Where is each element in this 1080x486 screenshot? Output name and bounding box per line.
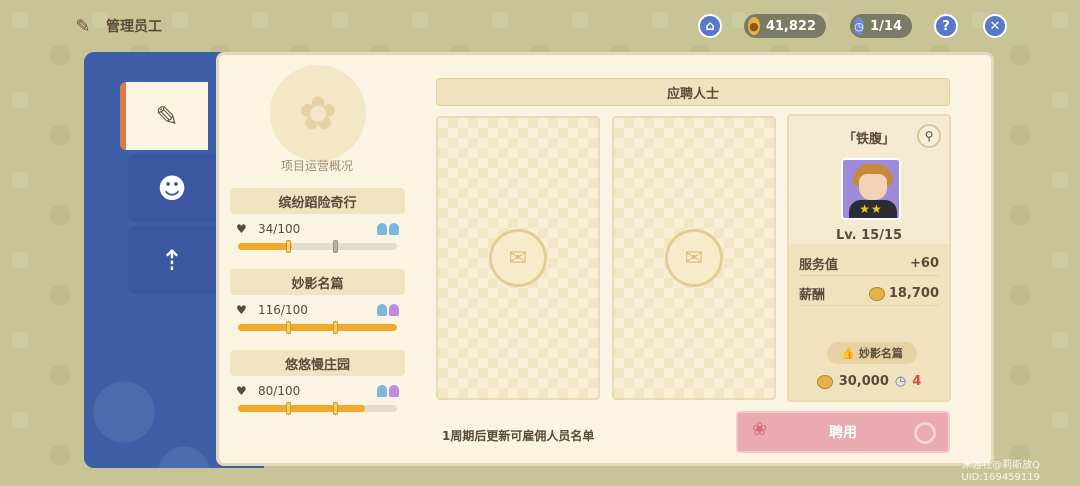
empty-applicant-slot[interactable]: ✉ xyxy=(436,116,600,400)
milestone-marker xyxy=(285,321,291,334)
salary-value: 18,700 xyxy=(888,286,939,301)
hire-cost: 30,000 ◷ 4 xyxy=(789,374,949,389)
hire-cost-count: 4 xyxy=(912,374,922,389)
page-title: 管理员工 xyxy=(106,19,162,35)
hire-cost-value: 30,000 xyxy=(838,374,889,389)
tab-upgrade[interactable]: ⇡ xyxy=(128,226,216,294)
heart-icon: ♥ xyxy=(236,384,247,398)
rarity-stars: ★★ xyxy=(859,202,883,216)
milestone-marker xyxy=(285,240,291,253)
project-title: 妙影名篇 xyxy=(230,269,405,295)
coin-counter: ● 41,822 xyxy=(744,14,826,38)
ticket-seal-icon: ✉ xyxy=(489,229,547,287)
refresh-notice: 1周期后更新可雇佣人员名单 xyxy=(442,429,595,443)
clock-icon: ◷ xyxy=(854,17,865,35)
upgrade-icon: ⇡ xyxy=(160,243,184,277)
service-label: 服务值 xyxy=(799,258,839,273)
project-card: 缤纷蹈险奇行 ♥ 34/100 xyxy=(230,188,405,253)
watermark-line1: 米游社@莉斯放Q xyxy=(962,460,1040,471)
salary-row: 薪酬 18,700 xyxy=(799,282,939,306)
hire-button[interactable]: ❀ 聘用 xyxy=(736,411,950,453)
coin-amount: 41,822 xyxy=(765,18,816,34)
question-icon: ? xyxy=(942,18,950,34)
coin-icon xyxy=(868,286,885,301)
service-row: 服务值 +60 xyxy=(799,252,939,276)
page-header: ✎ 管理员工 xyxy=(70,12,162,40)
hire-button-label: 聘用 xyxy=(829,425,857,441)
project-value: 116/100 xyxy=(258,303,308,317)
tab-manage[interactable]: ✎ xyxy=(120,82,208,150)
milestone-marker xyxy=(333,402,339,415)
milestone-marker xyxy=(285,402,291,415)
project-card: 悠悠慢庄园 ♥ 80/100 xyxy=(230,350,405,415)
milestone-marker xyxy=(333,321,339,334)
service-value: +60 xyxy=(910,256,939,271)
project-progress-bar xyxy=(238,240,397,253)
project-value: 34/100 xyxy=(258,222,301,236)
project-value: 80/100 xyxy=(258,384,301,398)
candidate-card[interactable]: 「铁腹」 ⚲ ★★ Lv. 15/15 服务值 +60 薪酬 18,700 👍 … xyxy=(787,114,951,402)
close-icon: ✕ xyxy=(989,18,1001,34)
staff-figure-icon xyxy=(389,223,399,235)
manage-icon: ✎ xyxy=(155,99,179,133)
wheel-icon xyxy=(914,422,936,444)
house-icon: ⌂ xyxy=(705,18,715,34)
project-title: 缤纷蹈险奇行 xyxy=(230,188,405,214)
heart-icon: ♥ xyxy=(236,303,247,317)
thumbs-up-icon: 👍 xyxy=(841,346,855,360)
applicants-title: 应聘人士 xyxy=(666,86,719,102)
manage-staff-icon: ✎ xyxy=(75,15,91,37)
project-progress-bar xyxy=(238,321,397,334)
staff-icon: ☻ xyxy=(157,171,187,205)
avatar: ★★ xyxy=(841,158,901,220)
watermark-line2: UID:169459119 xyxy=(961,472,1040,483)
candidate-level: Lv. 15/15 xyxy=(835,228,903,243)
inspect-button[interactable]: ⚲ xyxy=(917,124,941,148)
stamina-amount: 1/14 xyxy=(870,18,902,34)
shop-button[interactable]: ⌂ xyxy=(698,14,722,38)
help-button[interactable]: ? xyxy=(934,14,958,38)
magnifier-icon: ⚲ xyxy=(924,129,934,143)
empty-applicant-slot[interactable]: ✉ xyxy=(612,116,776,400)
salary-label: 薪酬 xyxy=(799,288,826,303)
watermark: 米游社@莉斯放Q UID:169459119 xyxy=(961,460,1040,484)
project-tag: 👍 妙影名篇 xyxy=(827,342,917,364)
project-title: 悠悠慢庄园 xyxy=(230,350,405,376)
project-tag-label: 妙影名篇 xyxy=(858,347,903,360)
applicants-banner: 应聘人士 xyxy=(436,78,950,106)
heart-icon: ♥ xyxy=(236,222,247,236)
staff-figure-icon xyxy=(377,385,387,397)
park-emblem-icon: ✿ xyxy=(270,65,366,161)
staff-figure-icon xyxy=(377,304,387,316)
milestone-marker xyxy=(333,240,339,253)
project-progress-bar xyxy=(238,402,397,415)
stamina-counter: ◷ 1/14 xyxy=(850,14,912,38)
staff-figure-icon xyxy=(389,385,399,397)
close-button[interactable]: ✕ xyxy=(983,14,1007,38)
coin-icon: ● xyxy=(748,17,760,35)
clock-icon: ◷ xyxy=(894,374,907,389)
staff-figure-icon xyxy=(377,223,387,235)
staff-figure-icon xyxy=(389,304,399,316)
overview-label: 项目运营概况 xyxy=(280,159,353,173)
bow-icon: ❀ xyxy=(752,419,768,440)
coin-icon xyxy=(816,374,833,389)
tab-staff[interactable]: ☻ xyxy=(128,154,216,222)
project-card: 妙影名篇 ♥ 116/100 xyxy=(230,269,405,334)
ticket-seal-icon: ✉ xyxy=(665,229,723,287)
